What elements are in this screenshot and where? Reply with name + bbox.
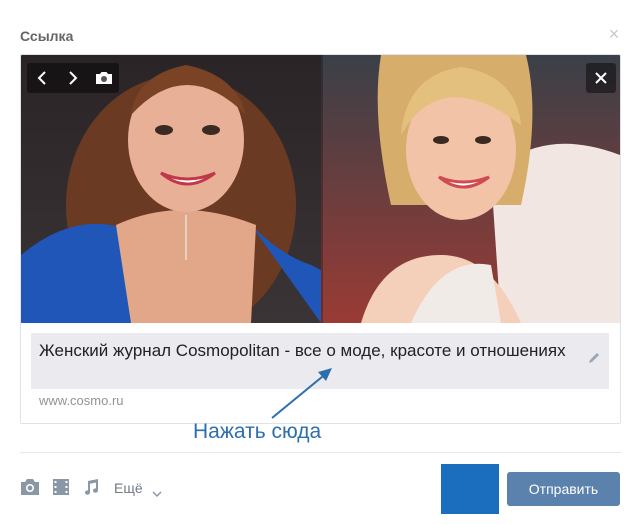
dialog-title: Ссылка	[20, 28, 74, 44]
remove-preview-icon[interactable]	[586, 63, 616, 93]
camera-icon[interactable]	[92, 66, 116, 90]
chevron-down-icon[interactable]	[152, 485, 162, 503]
music-note-icon[interactable]	[82, 478, 100, 501]
annotation-text: Нажать сюда	[193, 420, 322, 443]
divider	[20, 452, 621, 453]
link-preview-image	[21, 55, 620, 323]
chevron-right-icon[interactable]	[61, 66, 85, 90]
film-icon[interactable]	[52, 478, 70, 501]
dialog-close-icon[interactable]: ×	[606, 25, 622, 43]
link-url: www.cosmo.ru	[39, 393, 124, 408]
photo-controls	[27, 63, 119, 93]
more-menu-button[interactable]: Ещё	[114, 480, 143, 496]
pencil-icon[interactable]	[587, 351, 601, 365]
chevron-left-icon[interactable]	[30, 66, 54, 90]
camera-icon[interactable]	[20, 478, 40, 501]
blue-square	[441, 464, 499, 514]
send-button[interactable]: Отправить	[507, 472, 620, 506]
